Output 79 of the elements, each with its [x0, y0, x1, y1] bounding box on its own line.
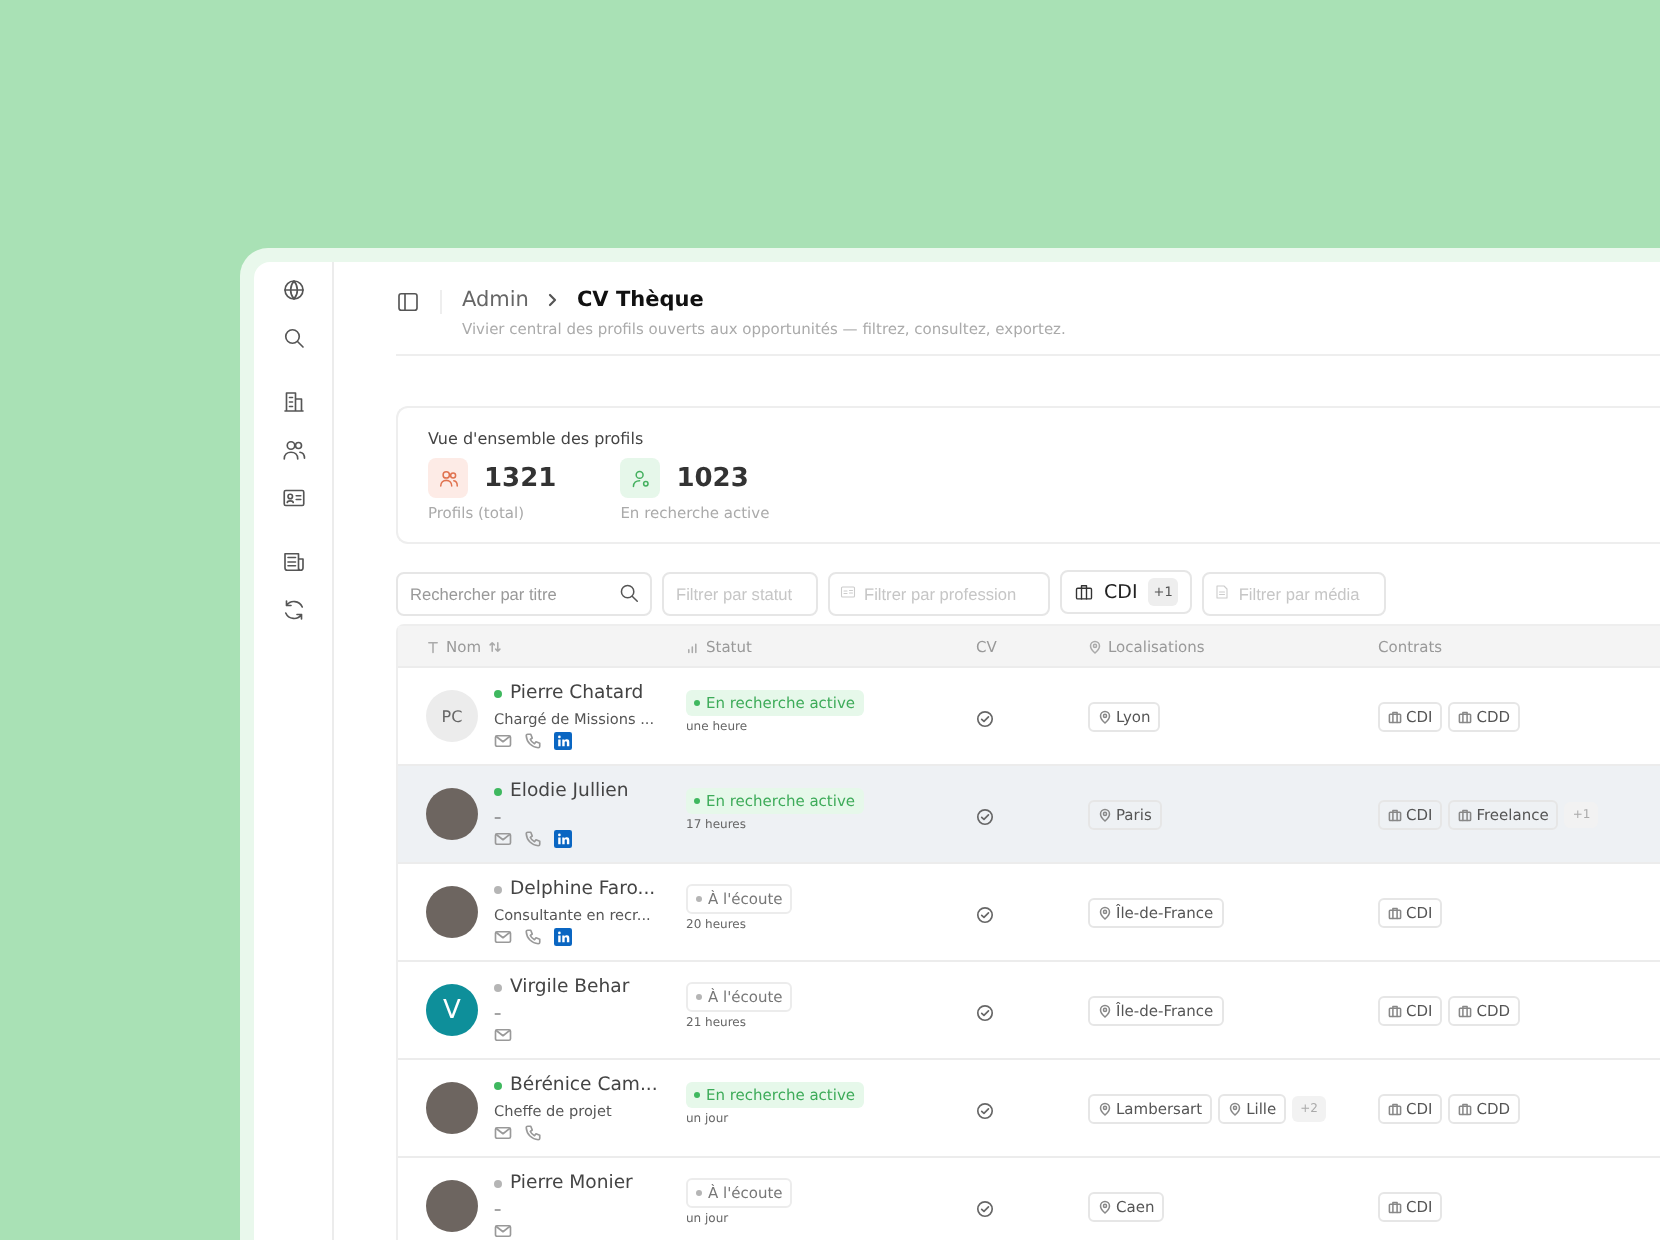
candidate-name[interactable]: Pierre Monier: [510, 1172, 633, 1194]
status-dot: [494, 885, 502, 893]
check-circle-icon[interactable]: [976, 1003, 994, 1021]
text-type-icon: [426, 639, 440, 653]
refresh-icon[interactable]: [281, 598, 305, 622]
map-pin-icon: [1098, 709, 1112, 723]
document-icon: [1214, 584, 1231, 600]
linkedin-icon[interactable]: [554, 928, 572, 946]
briefcase-icon: [1388, 1199, 1402, 1213]
avatar: PC: [426, 690, 478, 742]
candidate-name[interactable]: Elodie Jullien: [510, 780, 629, 802]
map-pin-icon: [1098, 905, 1112, 919]
search-icon: [618, 581, 640, 603]
mail-icon[interactable]: [494, 732, 512, 750]
map-pin-icon: [1098, 1101, 1112, 1115]
briefcase-icon: [1388, 709, 1402, 723]
briefcase-icon: [1458, 709, 1473, 723]
check-circle-icon[interactable]: [976, 905, 994, 923]
briefcase-icon: [1388, 1101, 1402, 1115]
mail-icon[interactable]: [494, 1124, 512, 1142]
status-dot: [494, 787, 502, 795]
phone-icon[interactable]: [524, 732, 542, 750]
photo-placeholder: [426, 1180, 478, 1232]
candidate-name[interactable]: Virgile Behar: [510, 976, 630, 998]
breadcrumb-link[interactable]: Admin: [462, 288, 529, 312]
building-icon[interactable]: [281, 390, 305, 414]
mail-icon[interactable]: [494, 1026, 512, 1044]
linkedin-icon[interactable]: [554, 732, 572, 750]
search-field[interactable]: Rechercher par titre: [396, 572, 652, 616]
card-title: Vue d'ensemble des profils: [428, 430, 646, 448]
briefcase-icon: [1458, 1101, 1473, 1115]
stat-value: 1321: [484, 463, 557, 493]
map-pin-icon: [1098, 807, 1112, 821]
phone-icon[interactable]: [524, 928, 542, 946]
mail-icon[interactable]: [494, 928, 512, 946]
media-filter[interactable]: Filtrer par média: [1202, 572, 1387, 616]
photo-placeholder: [426, 886, 478, 938]
check-circle-icon[interactable]: [976, 807, 994, 825]
candidate-name[interactable]: Delphine Faro...: [510, 878, 656, 900]
avatar: V: [426, 984, 478, 1036]
briefcase-icon: [1388, 905, 1402, 919]
status-dot: [494, 689, 502, 697]
map-pin-icon: [1228, 1101, 1243, 1115]
status-dot: [494, 1179, 502, 1187]
check-circle-icon[interactable]: [976, 709, 994, 727]
stat-icon: [620, 458, 661, 498]
page-title: CV Thèque: [576, 288, 704, 312]
newspaper-icon[interactable]: [281, 550, 305, 574]
id-card-icon: [840, 584, 856, 600]
candidate-name[interactable]: Bérénice Cam...: [510, 1074, 658, 1096]
id-card-icon[interactable]: [281, 486, 305, 510]
status-dot: [494, 1081, 502, 1089]
photo-placeholder: [426, 1082, 478, 1134]
photo-placeholder: [426, 788, 478, 840]
status-dot: [494, 983, 502, 991]
stat-icon: [428, 458, 468, 498]
linkedin-icon[interactable]: [554, 830, 572, 848]
check-circle-icon[interactable]: [976, 1101, 994, 1119]
status-filter[interactable]: Filtrer par statut: [662, 572, 818, 616]
signal-bars-icon: [686, 639, 700, 653]
check-circle-icon[interactable]: [976, 1199, 994, 1217]
map-pin-icon: [1098, 1003, 1112, 1017]
stat-value: 1023: [676, 463, 749, 493]
briefcase-icon: [1388, 807, 1402, 821]
sidebar-toggle-icon[interactable]: [396, 290, 442, 314]
briefcase-icon: [1458, 807, 1473, 821]
map-pin-icon: [1088, 639, 1102, 653]
phone-icon[interactable]: [524, 1124, 542, 1142]
users-icon[interactable]: [281, 438, 305, 462]
candidate-name[interactable]: Pierre Chatard: [510, 682, 644, 704]
briefcase-icon: [1074, 582, 1094, 602]
profession-filter[interactable]: Filtrer par profession: [828, 572, 1050, 616]
briefcase-icon: [1388, 1003, 1402, 1017]
briefcase-icon: [1458, 1003, 1473, 1017]
search-icon[interactable]: [281, 326, 305, 350]
chevron-right-icon: [544, 292, 561, 308]
globe-icon[interactable]: [281, 278, 305, 302]
map-pin-icon: [1098, 1199, 1112, 1213]
mail-icon[interactable]: [494, 1222, 512, 1240]
